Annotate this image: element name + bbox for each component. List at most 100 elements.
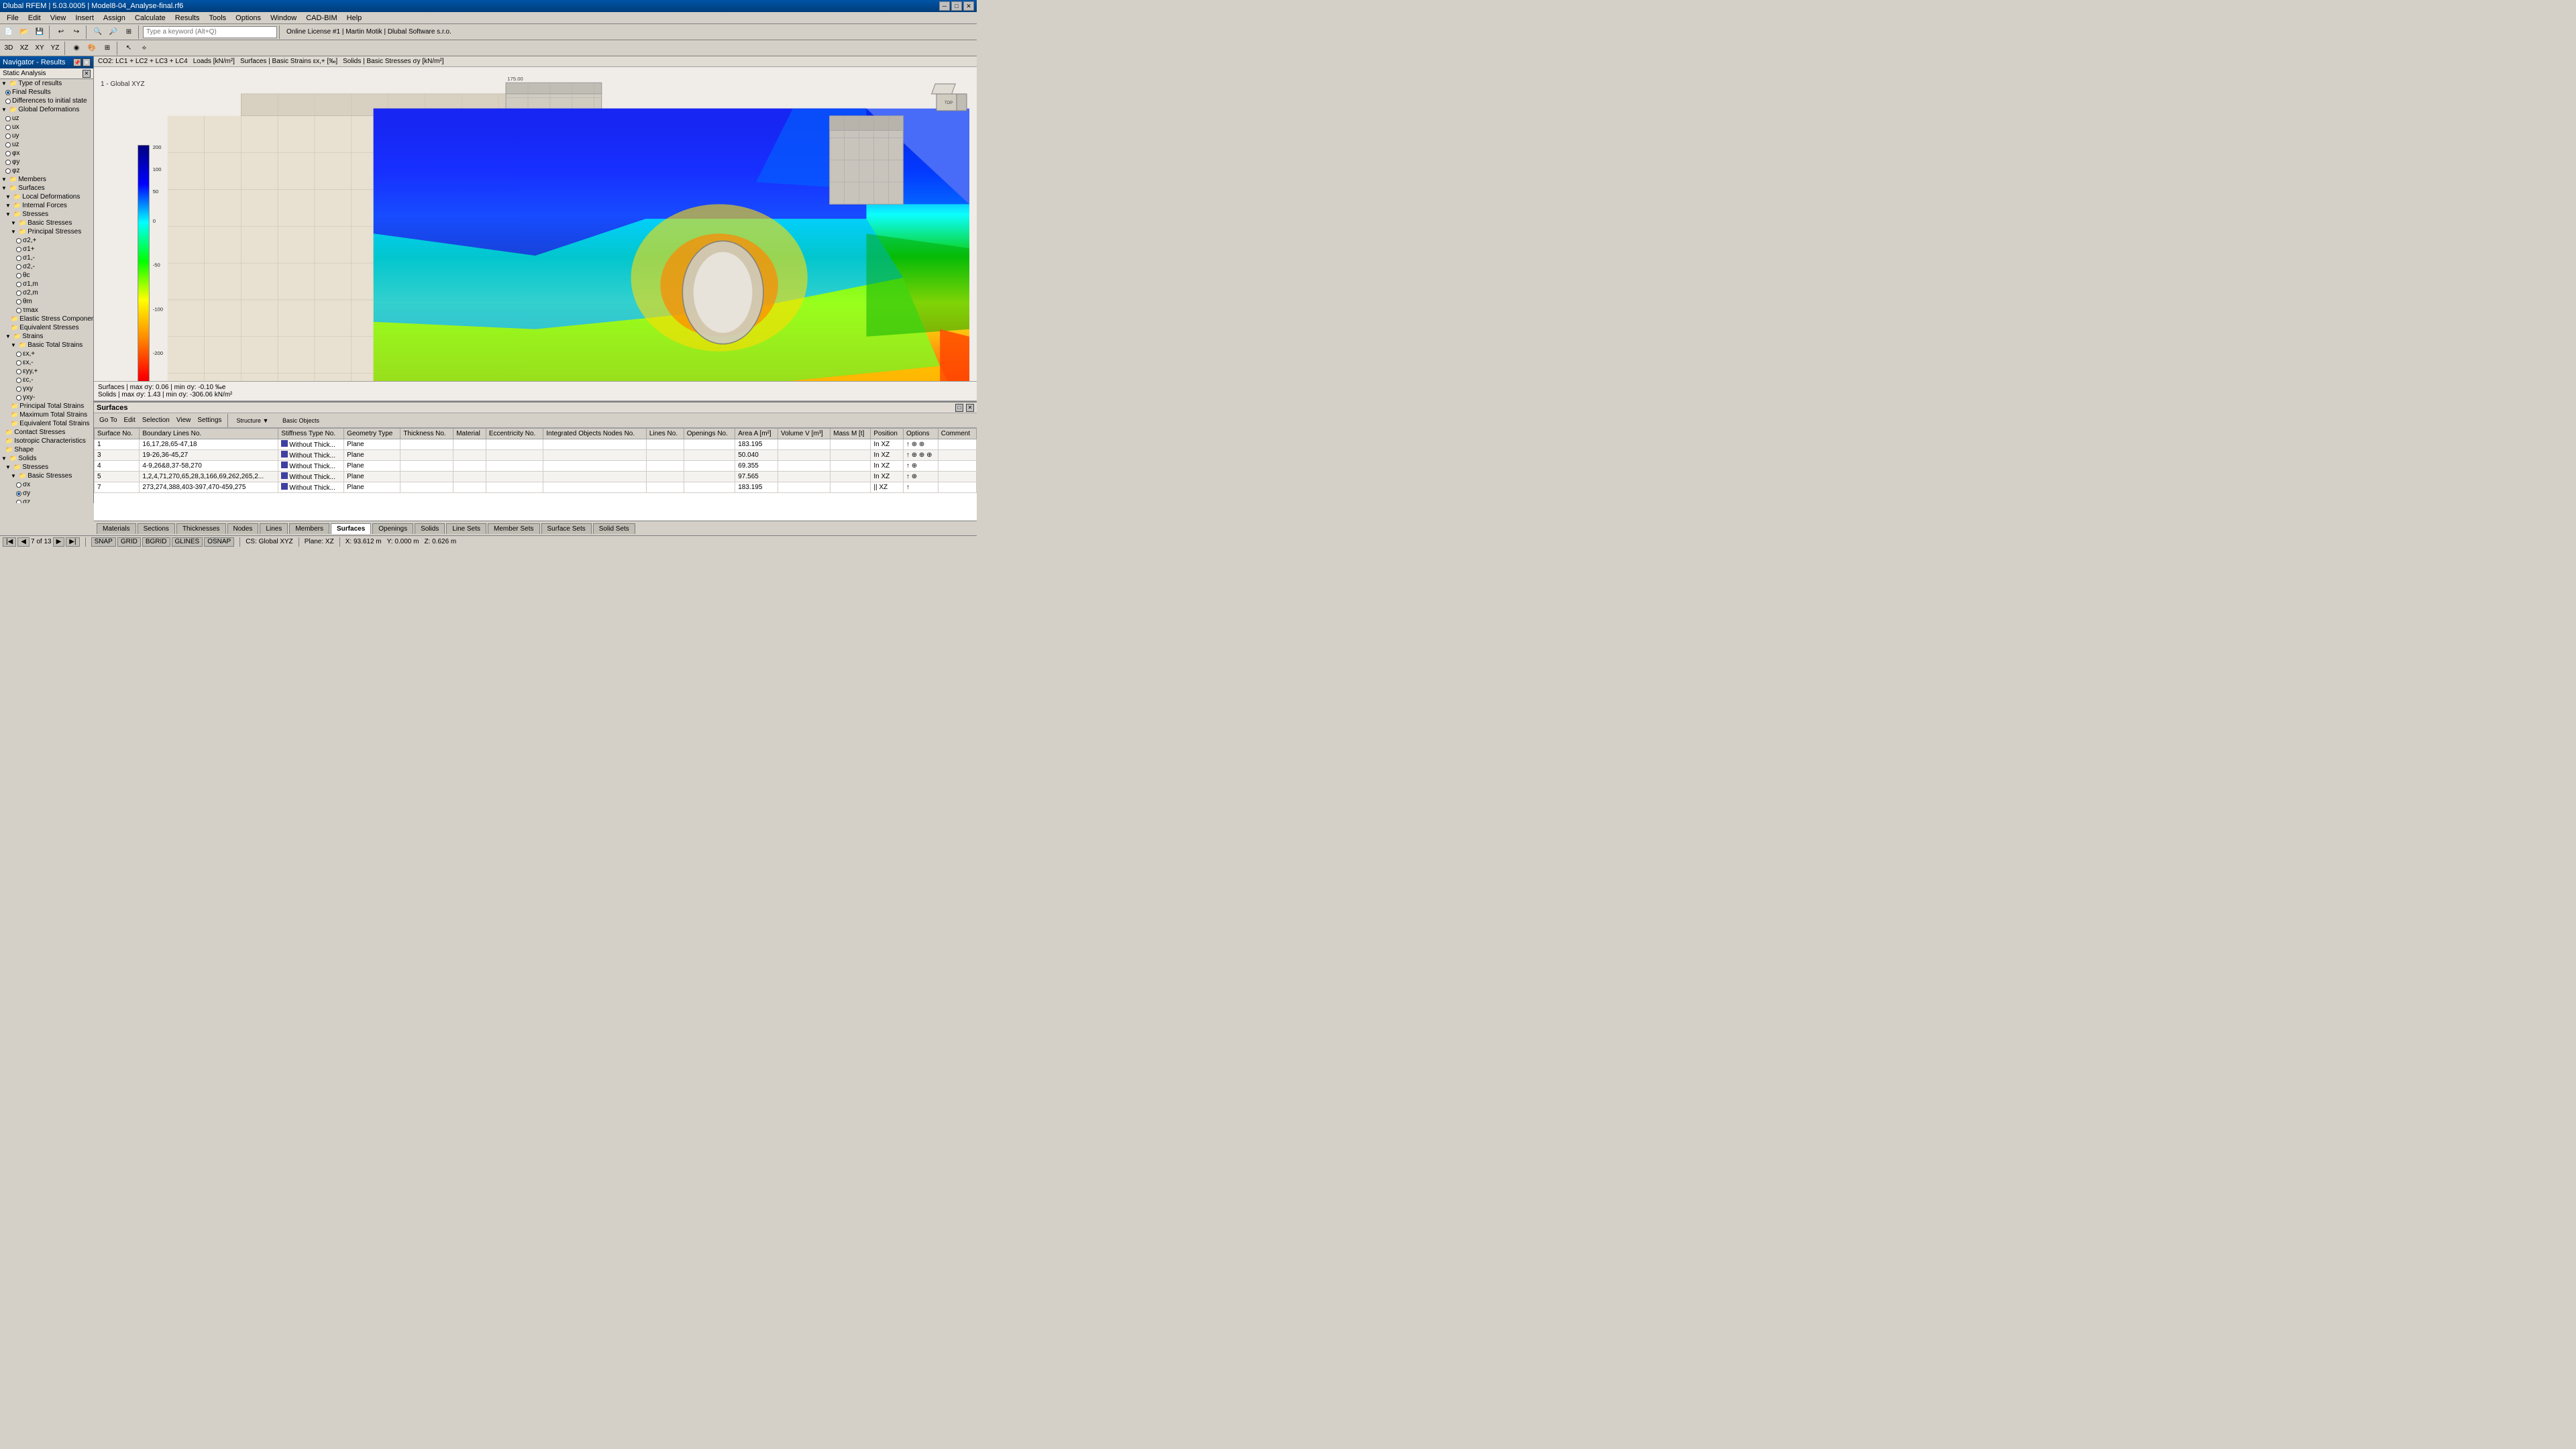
basic-objects-btn[interactable]: Basic Objects: [274, 414, 328, 427]
tree-item--2--[interactable]: σ2,+: [0, 236, 93, 245]
settings-btn[interactable]: Settings: [195, 417, 224, 424]
tree-item-solids[interactable]: ▼📁Solids: [0, 454, 93, 463]
tree-item-local-deformations[interactable]: ▼📁Local Deformations: [0, 193, 93, 201]
tree-item--y[interactable]: φy: [0, 158, 93, 166]
menu-cad-bim[interactable]: CAD-BIM: [302, 13, 341, 23]
tree-item-differences-to-initial-state[interactable]: Differences to initial state: [0, 97, 93, 105]
tree-item-equivalent-total-strains[interactable]: 📁Equivalent Total Strains: [0, 419, 93, 428]
tree-item-basic-stresses[interactable]: ▼📁Basic Stresses: [0, 472, 93, 480]
tree-item-shape[interactable]: 📁Shape: [0, 445, 93, 454]
tree-item-isotropic-characteristics[interactable]: 📁Isotropic Characteristics: [0, 437, 93, 445]
menu-tools[interactable]: Tools: [205, 13, 230, 23]
tree-item--yy--[interactable]: εyy,+: [0, 367, 93, 376]
tree-item--z[interactable]: σz: [0, 498, 93, 503]
snap-snap-btn[interactable]: SNAP: [91, 537, 116, 547]
tree-item-principal-total-strains[interactable]: 📁Principal Total Strains: [0, 402, 93, 411]
deform-btn[interactable]: ⟡: [137, 42, 152, 55]
tree-item--2-m[interactable]: σ2,m: [0, 288, 93, 297]
tree-item-basic-total-strains[interactable]: ▼📁Basic Total Strains: [0, 341, 93, 350]
goto-btn[interactable]: Go To: [97, 417, 120, 424]
tree-item--xy-[interactable]: γxy-: [0, 393, 93, 402]
tree-item-principal-stresses[interactable]: ▼📁Principal Stresses: [0, 227, 93, 236]
table-row[interactable]: 319-26,36-45,27Without Thick...Plane50.0…: [95, 450, 977, 461]
render-btn[interactable]: 🎨: [85, 42, 99, 55]
structure-dropdown[interactable]: Structure ▼: [233, 414, 273, 427]
tab-solids[interactable]: Solids: [415, 523, 445, 534]
tree-item-global-deformations[interactable]: ▼📁Global Deformations: [0, 105, 93, 114]
save-btn[interactable]: 💾: [32, 25, 47, 39]
tree-item-members[interactable]: ▼📁Members: [0, 175, 93, 184]
tree-item-contact-stresses[interactable]: 📁Contact Stresses: [0, 428, 93, 437]
tree-item--2--[interactable]: σ2,-: [0, 262, 93, 271]
tree-item-uy[interactable]: uy: [0, 131, 93, 140]
display-btn[interactable]: ◉: [69, 42, 84, 55]
tree-item-basic-stresses[interactable]: ▼📁Basic Stresses: [0, 219, 93, 227]
tree-item--y[interactable]: σy: [0, 489, 93, 498]
tree-item-uz[interactable]: uz: [0, 114, 93, 123]
snap-grid-btn[interactable]: GRID: [117, 537, 141, 547]
snap-osnap-btn[interactable]: OSNAP: [204, 537, 234, 547]
tree-item-internal-forces[interactable]: ▼📁Internal Forces: [0, 201, 93, 210]
table-row[interactable]: 44-9,26&8,37-58,270Without Thick...Plane…: [95, 461, 977, 472]
prev-page-btn[interactable]: ◀: [17, 537, 30, 547]
tree-item--x--[interactable]: εx,+: [0, 350, 93, 358]
snap-bgrid-btn[interactable]: BGRID: [142, 537, 170, 547]
tree-item-stresses[interactable]: ▼📁Stresses: [0, 463, 93, 472]
menu-help[interactable]: Help: [343, 13, 366, 23]
menu-calculate[interactable]: Calculate: [131, 13, 170, 23]
tab-thicknesses[interactable]: Thicknesses: [176, 523, 226, 534]
new-btn[interactable]: 📄: [1, 25, 16, 39]
snap-glines-btn[interactable]: GLINES: [172, 537, 203, 547]
tree-item--xy[interactable]: γxy: [0, 384, 93, 393]
tab-surface-sets[interactable]: Surface Sets: [541, 523, 592, 534]
tree-item--1-[interactable]: σ1+: [0, 245, 93, 254]
tab-openings[interactable]: Openings: [372, 523, 413, 534]
tree-item--c--[interactable]: εc,-: [0, 376, 93, 384]
tab-materials[interactable]: Materials: [97, 523, 136, 534]
tab-sections[interactable]: Sections: [138, 523, 175, 534]
tree-item-uz[interactable]: uz: [0, 140, 93, 149]
nav-pin-btn[interactable]: 📌: [73, 58, 81, 66]
results-close-btn[interactable]: ✕: [966, 404, 974, 412]
edit-btn[interactable]: Edit: [121, 417, 138, 424]
nav-close-btn[interactable]: ✕: [83, 58, 91, 66]
mesh-btn[interactable]: ⊞: [100, 42, 115, 55]
menu-view[interactable]: View: [46, 13, 70, 23]
menu-results[interactable]: Results: [171, 13, 204, 23]
zoom-out-btn[interactable]: 🔎: [106, 25, 121, 39]
tab-members[interactable]: Members: [289, 523, 329, 534]
tree-item--max[interactable]: τmax: [0, 306, 93, 315]
tree-item-stresses[interactable]: ▼📁Stresses: [0, 210, 93, 219]
3d-view-btn[interactable]: 3D: [1, 42, 16, 55]
menu-window[interactable]: Window: [266, 13, 301, 23]
menu-edit[interactable]: Edit: [24, 13, 45, 23]
tree-item-surfaces[interactable]: ▼📁Surfaces: [0, 184, 93, 193]
tree-item--x[interactable]: σx: [0, 480, 93, 489]
tree-item--1-m[interactable]: σ1,m: [0, 280, 93, 288]
menu-file[interactable]: File: [3, 13, 23, 23]
first-page-btn[interactable]: |◀: [3, 537, 16, 547]
menu-options[interactable]: Options: [231, 13, 265, 23]
tree-item-type-of-results[interactable]: ▼📁Type of results: [0, 79, 93, 88]
nav-sub-close-btn[interactable]: ✕: [83, 70, 91, 78]
tree-item--x--[interactable]: εx,-: [0, 358, 93, 367]
view-btn[interactable]: View: [174, 417, 194, 424]
table-row[interactable]: 51,2,4,71,270,65,28,3,166,69,262,265,2..…: [95, 472, 977, 482]
tab-surfaces[interactable]: Surfaces: [331, 523, 371, 534]
search-input[interactable]: [143, 26, 277, 38]
yz-view-btn[interactable]: YZ: [48, 42, 62, 55]
tab-member-sets[interactable]: Member Sets: [488, 523, 539, 534]
table-row[interactable]: 116,17,28,65-47,18Without Thick...Plane1…: [95, 439, 977, 450]
menu-assign[interactable]: Assign: [99, 13, 129, 23]
select-btn[interactable]: ↖: [121, 42, 136, 55]
tree-item--m[interactable]: θm: [0, 297, 93, 306]
tree-item-ux[interactable]: ux: [0, 123, 93, 131]
redo-btn[interactable]: ↪: [69, 25, 84, 39]
next-page-btn[interactable]: ▶: [53, 537, 65, 547]
tree-item--c[interactable]: θc: [0, 271, 93, 280]
minimize-button[interactable]: ─: [939, 1, 950, 11]
zoom-in-btn[interactable]: 🔍: [91, 25, 105, 39]
tree-item--1--[interactable]: σ1,-: [0, 254, 93, 262]
tab-solid-sets[interactable]: Solid Sets: [593, 523, 635, 534]
tab-lines[interactable]: Lines: [260, 523, 288, 534]
